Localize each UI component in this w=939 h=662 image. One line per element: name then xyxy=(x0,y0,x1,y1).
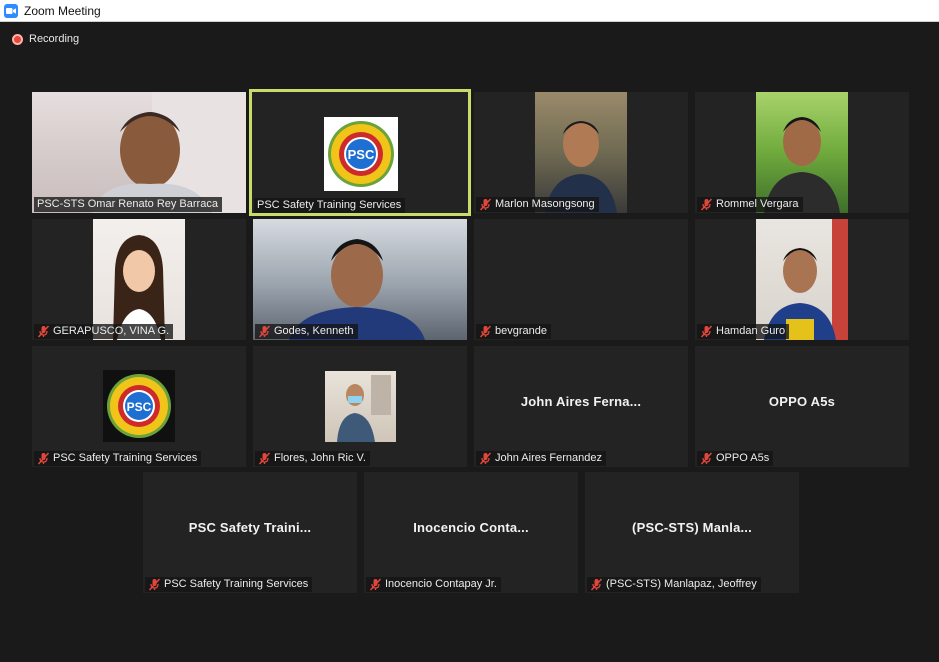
participant-tile[interactable]: OPPO A5s OPPO A5s xyxy=(695,346,909,467)
participant-name: Inocencio Contapay Jr. xyxy=(385,578,497,590)
microphone-muted-icon xyxy=(369,578,382,591)
participant-name: OPPO A5s xyxy=(716,452,770,464)
participant-tile[interactable]: John Aires Ferna... John Aires Fernandez xyxy=(474,346,688,467)
participant-name: Marlon Masongsong xyxy=(495,198,595,210)
participant-tile[interactable]: bevgrande xyxy=(474,219,688,340)
participant-tile[interactable]: GERAPUSCO, VINA G. xyxy=(32,219,246,340)
participant-tile[interactable]: PSC-STS Omar Renato Rey Barraca xyxy=(32,92,246,213)
participant-name: John Aires Fernandez xyxy=(495,452,603,464)
participant-tile-active-speaker[interactable]: PSC PSC Safety Training Services xyxy=(249,89,471,216)
participant-tile[interactable]: Hamdan Guro xyxy=(695,219,909,340)
psc-logo-icon: PSC xyxy=(324,117,398,191)
logo-text: PSC xyxy=(127,400,152,414)
participant-display-name: PSC Safety Traini... xyxy=(188,520,312,535)
microphone-muted-icon xyxy=(479,325,492,338)
window-title: Zoom Meeting xyxy=(24,3,101,18)
participant-display-name: Inocencio Conta... xyxy=(413,520,529,535)
microphone-muted-icon xyxy=(258,325,271,338)
participant-display-name: John Aires Ferna... xyxy=(520,394,642,409)
participant-video xyxy=(93,219,185,340)
microphone-muted-icon xyxy=(700,325,713,338)
participant-name-bar: (PSC-STS) Manlapaz, Jeoffrey xyxy=(587,577,761,592)
recording-label: Recording xyxy=(29,33,80,45)
participant-name: PSC Safety Training Services xyxy=(257,199,402,211)
participant-video xyxy=(325,371,396,442)
participant-name: Godes, Kenneth xyxy=(274,325,354,337)
participant-name: PSC Safety Training Services xyxy=(164,578,309,590)
participant-name-bar: GERAPUSCO, VINA G. xyxy=(34,324,174,339)
microphone-muted-icon xyxy=(37,325,50,338)
participant-tile[interactable]: Flores, John Ric V. xyxy=(253,346,467,467)
meeting-stage: Recording PSC-STS Omar Renato Rey Barrac… xyxy=(0,22,939,662)
participant-name-bar: PSC-STS Omar Renato Rey Barraca xyxy=(34,197,222,212)
participant-name-bar: PSC Safety Training Services xyxy=(254,198,406,213)
participant-tile[interactable]: PSC Safety Traini... PSC Safety Training… xyxy=(143,472,357,593)
title-bar: Zoom Meeting xyxy=(0,0,939,22)
participant-name: Rommel Vergara xyxy=(716,198,799,210)
participant-tile[interactable]: Inocencio Conta... Inocencio Contapay Jr… xyxy=(364,472,578,593)
participant-name-bar: Rommel Vergara xyxy=(697,197,803,212)
zoom-camera-icon xyxy=(4,3,18,18)
record-dot-icon xyxy=(12,33,23,45)
participant-video xyxy=(535,92,627,213)
microphone-muted-icon xyxy=(479,452,492,465)
participant-name-bar: OPPO A5s xyxy=(697,451,774,466)
recording-indicator[interactable]: Recording xyxy=(12,33,79,45)
logo-text: PSC xyxy=(348,147,375,162)
microphone-muted-icon xyxy=(700,198,713,211)
participant-name-bar: Flores, John Ric V. xyxy=(255,451,370,466)
participant-tile[interactable]: (PSC-STS) Manla... (PSC-STS) Manlapaz, J… xyxy=(585,472,799,593)
participant-name-bar: bevgrande xyxy=(476,324,551,339)
psc-logo-icon: PSC xyxy=(103,370,175,442)
participant-name-bar: PSC Safety Training Services xyxy=(34,451,202,466)
participant-video xyxy=(32,92,246,213)
participant-video xyxy=(253,219,467,340)
participant-name: Flores, John Ric V. xyxy=(274,452,366,464)
participant-name: bevgrande xyxy=(495,325,547,337)
participant-name: Hamdan Guro xyxy=(716,325,786,337)
participant-video xyxy=(756,92,848,213)
participant-video xyxy=(756,219,848,340)
microphone-muted-icon xyxy=(148,578,161,591)
participant-tile[interactable]: PSC PSC Safety Training Services xyxy=(32,346,246,467)
participant-name: GERAPUSCO, VINA G. xyxy=(53,325,170,337)
participant-tile[interactable]: Marlon Masongsong xyxy=(474,92,688,213)
microphone-muted-icon xyxy=(258,452,271,465)
participant-name: PSC-STS Omar Renato Rey Barraca xyxy=(37,198,218,210)
microphone-muted-icon xyxy=(590,578,603,591)
participant-name-bar: Godes, Kenneth xyxy=(255,324,358,339)
participant-name: PSC Safety Training Services xyxy=(53,452,198,464)
participant-name: (PSC-STS) Manlapaz, Jeoffrey xyxy=(606,578,757,590)
participant-name-bar: Hamdan Guro xyxy=(697,324,790,339)
microphone-muted-icon xyxy=(37,452,50,465)
participant-tile[interactable]: Godes, Kenneth xyxy=(253,219,467,340)
participant-display-name: OPPO A5s xyxy=(768,394,836,409)
participant-name-bar: Marlon Masongsong xyxy=(476,197,599,212)
participant-name-bar: PSC Safety Training Services xyxy=(145,577,313,592)
participant-display-name: (PSC-STS) Manla... xyxy=(632,520,752,535)
microphone-muted-icon xyxy=(700,452,713,465)
participant-name-bar: John Aires Fernandez xyxy=(476,451,607,466)
participant-name-bar: Inocencio Contapay Jr. xyxy=(366,577,501,592)
participant-tile[interactable]: Rommel Vergara xyxy=(695,92,909,213)
microphone-muted-icon xyxy=(479,198,492,211)
